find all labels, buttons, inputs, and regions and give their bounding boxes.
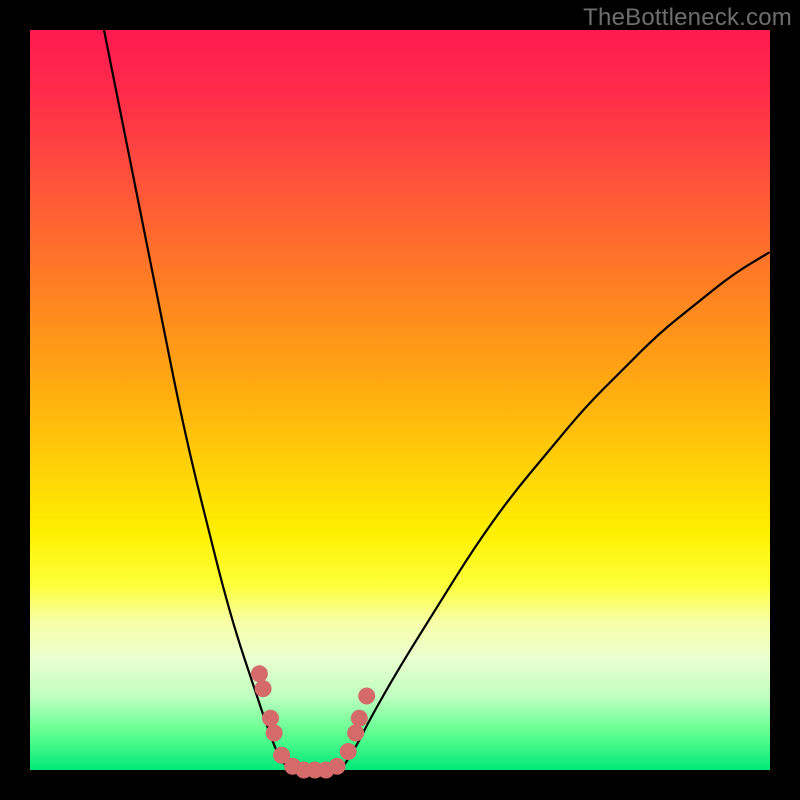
marker-dot xyxy=(347,725,364,742)
curve-left-branch xyxy=(104,30,289,770)
marker-dot xyxy=(340,743,357,760)
marker-dots-group xyxy=(251,665,375,778)
marker-dot xyxy=(266,725,283,742)
marker-dot xyxy=(351,710,368,727)
watermark-text: TheBottleneck.com xyxy=(583,4,792,32)
marker-dot xyxy=(262,710,279,727)
marker-dot xyxy=(329,758,346,775)
marker-dot xyxy=(255,680,272,697)
curve-right-branch xyxy=(341,252,770,770)
chart-overlay xyxy=(30,30,770,770)
outer-frame: TheBottleneck.com xyxy=(0,0,800,800)
marker-dot xyxy=(358,688,375,705)
marker-dot xyxy=(251,665,268,682)
